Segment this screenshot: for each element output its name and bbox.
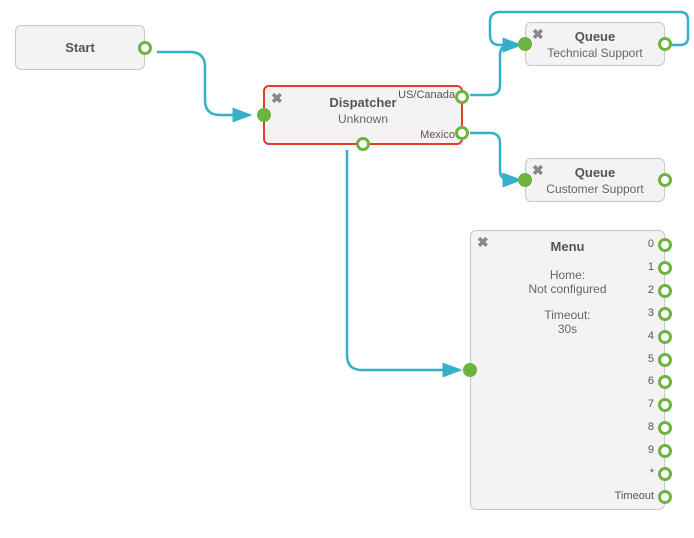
start-out-port[interactable] [138,41,152,55]
menu-timeout-label: Timeout: [471,308,664,322]
menu-out-label-5: 5 [648,353,654,365]
menu-out-port-9[interactable] [658,444,672,458]
menu-out-label-9: 9 [648,444,654,456]
dispatcher-out1-port[interactable] [455,90,469,104]
dispatcher-in-port[interactable] [257,108,271,122]
menu-out-port-8[interactable] [658,421,672,435]
menu-node[interactable]: ✖ Menu Home: Not configured Timeout: 30s… [470,230,665,510]
menu-title: Menu [471,239,664,254]
dispatcher-sub: Unknown [265,112,461,126]
menu-out-port-0[interactable] [658,238,672,252]
menu-out-label-Timeout: Timeout [615,490,654,502]
menu-out-label-8: 8 [648,421,654,433]
menu-out-port-Timeout[interactable] [658,490,672,504]
queue-customer-support-node[interactable]: ✖ Queue Customer Support [525,158,665,202]
queue2-title: Queue [526,165,664,180]
menu-out-port-7[interactable] [658,398,672,412]
start-title: Start [16,26,144,69]
queue1-in-port[interactable] [518,37,532,51]
close-icon[interactable]: ✖ [532,163,544,177]
queue2-in-port[interactable] [518,173,532,187]
menu-out-label-3: 3 [648,307,654,319]
start-node[interactable]: Start [15,25,145,70]
menu-out-label-7: 7 [648,398,654,410]
queue2-out-port[interactable] [658,173,672,187]
close-icon[interactable]: ✖ [532,27,544,41]
menu-home-label: Home: [471,268,664,282]
menu-out-port-4[interactable] [658,330,672,344]
dispatcher-default-port[interactable] [356,137,370,151]
menu-timeout-value: 30s [471,322,664,336]
menu-out-label-2: 2 [648,284,654,296]
close-icon[interactable]: ✖ [477,235,489,249]
menu-out-port-*[interactable] [658,467,672,481]
close-icon[interactable]: ✖ [271,91,283,105]
queue-technical-support-node[interactable]: ✖ Queue Technical Support [525,22,665,66]
menu-out-port-5[interactable] [658,353,672,367]
menu-out-port-3[interactable] [658,307,672,321]
queue1-title: Queue [526,29,664,44]
dispatcher-out2-port[interactable] [455,126,469,140]
queue1-sub: Technical Support [526,46,664,60]
menu-out-port-2[interactable] [658,284,672,298]
menu-home-value: Not configured [471,282,664,296]
menu-out-port-1[interactable] [658,261,672,275]
menu-out-port-6[interactable] [658,375,672,389]
menu-out-label-0: 0 [648,238,654,250]
menu-out-label-1: 1 [648,261,654,273]
dispatcher-out1-label: US/Canada [398,89,455,101]
dispatcher-out2-label: Mexico [420,129,455,141]
queue2-sub: Customer Support [526,182,664,196]
queue1-out-port[interactable] [658,37,672,51]
menu-out-label-*: * [650,467,654,479]
menu-out-label-4: 4 [648,330,654,342]
dispatcher-node[interactable]: ✖ Dispatcher Unknown US/Canada Mexico [263,85,463,145]
menu-in-port[interactable] [463,363,477,377]
menu-out-label-6: 6 [648,375,654,387]
